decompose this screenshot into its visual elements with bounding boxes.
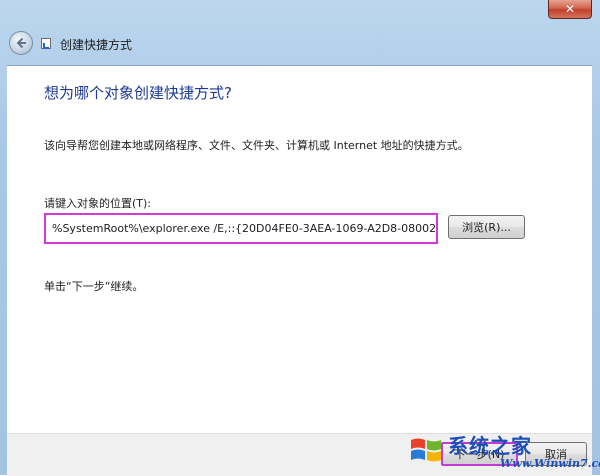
location-label: 请键入对象的位置(T): bbox=[44, 197, 152, 210]
location-input[interactable] bbox=[44, 213, 438, 244]
shortcut-icon bbox=[41, 38, 51, 49]
back-button[interactable] bbox=[9, 31, 33, 55]
watermark: 系统之家 Www.Winwin7.com bbox=[404, 430, 600, 474]
browse-button[interactable]: 浏览(R)... bbox=[448, 215, 525, 239]
watermark-brand: 系统之家 bbox=[448, 434, 532, 458]
close-button[interactable]: ✕ bbox=[548, 0, 592, 19]
window-title: 创建快捷方式 bbox=[60, 38, 133, 52]
windows-logo-icon bbox=[411, 438, 441, 462]
wizard-window: ✕ 创建快捷方式 想为哪个对象创建快捷方式? 该向导帮您创建本地或网络程序、文件… bbox=[0, 0, 600, 476]
close-icon: ✕ bbox=[564, 2, 576, 16]
page-description: 该向导帮您创建本地或网络程序、文件、文件夹、计算机或 Internet 地址的快… bbox=[44, 139, 469, 152]
page-heading: 想为哪个对象创建快捷方式? bbox=[44, 84, 232, 102]
watermark-url: Www.Winwin7.com bbox=[500, 457, 600, 470]
back-arrow-icon bbox=[16, 37, 26, 49]
continue-hint: 单击“下一步”继续。 bbox=[44, 280, 144, 293]
wizard-content: 想为哪个对象创建快捷方式? 该向导帮您创建本地或网络程序、文件、文件夹、计算机或… bbox=[7, 65, 592, 434]
